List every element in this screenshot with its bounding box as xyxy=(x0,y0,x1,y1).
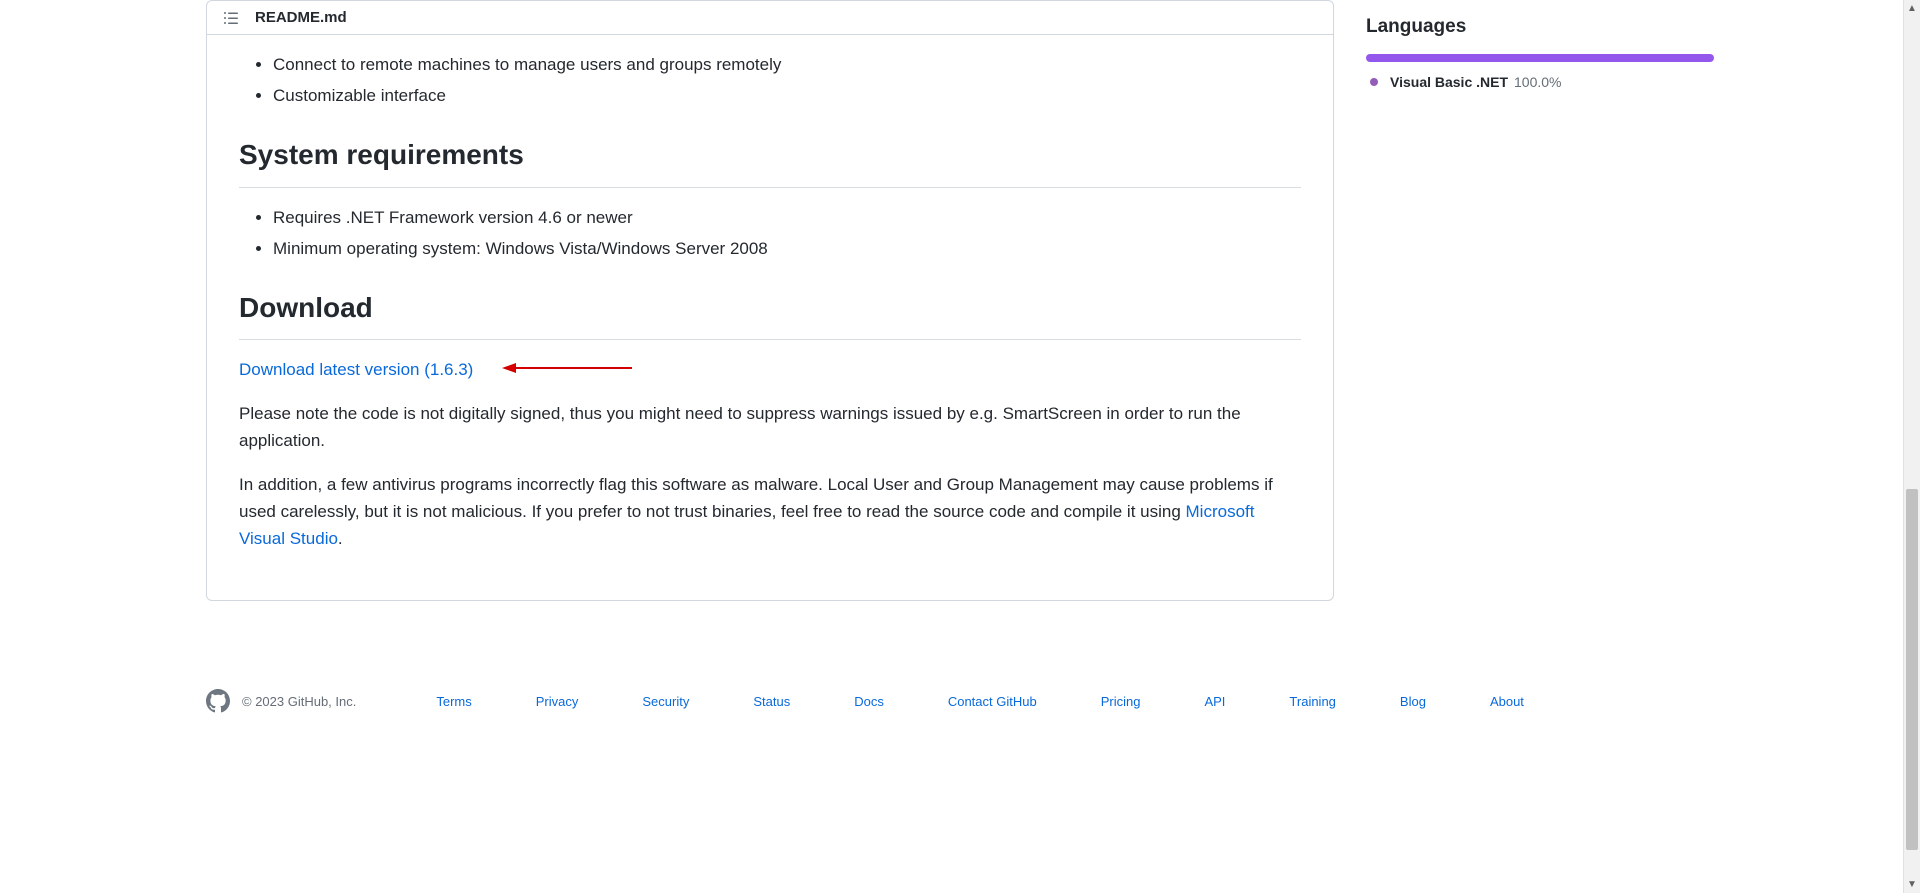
footer-links: Terms Privacy Security Status Docs Conta… xyxy=(436,694,1524,709)
scroll-down-icon[interactable]: ▼ xyxy=(1904,876,1920,893)
language-name: Visual Basic .NET xyxy=(1390,74,1508,90)
language-percent: 100.0% xyxy=(1514,74,1561,90)
readme-filename: README.md xyxy=(255,9,347,26)
language-item[interactable]: Visual Basic .NET 100.0% xyxy=(1366,74,1714,90)
readme-body: Connect to remote machines to manage use… xyxy=(207,35,1333,600)
feature-list: Connect to remote machines to manage use… xyxy=(239,51,1301,109)
copyright: © 2023 GitHub, Inc. xyxy=(242,694,356,709)
notice-paragraph: Please note the code is not digitally si… xyxy=(239,400,1301,454)
scrollbar[interactable]: ▲ ▼ xyxy=(1903,0,1920,893)
list-item: Requires .NET Framework version 4.6 or n… xyxy=(273,204,1301,231)
footer-link-terms[interactable]: Terms xyxy=(436,694,471,709)
footer-link-training[interactable]: Training xyxy=(1289,694,1335,709)
footer-link-privacy[interactable]: Privacy xyxy=(536,694,579,709)
download-paragraph: Download latest version (1.6.3) xyxy=(239,356,1301,384)
notice-paragraph: In addition, a few antivirus programs in… xyxy=(239,471,1301,553)
scrollbar-track[interactable] xyxy=(1904,17,1920,876)
scroll-up-icon[interactable]: ▲ xyxy=(1904,0,1920,17)
footer-link-api[interactable]: API xyxy=(1204,694,1225,709)
download-heading: Download xyxy=(239,286,1301,340)
readme-header: README.md xyxy=(207,1,1333,35)
footer-left: © 2023 GitHub, Inc. xyxy=(206,689,356,713)
scrollbar-thumb[interactable] xyxy=(1906,489,1918,850)
footer-link-status[interactable]: Status xyxy=(753,694,790,709)
github-logo-icon[interactable] xyxy=(206,689,230,713)
language-dot-icon xyxy=(1370,78,1378,86)
footer-link-about[interactable]: About xyxy=(1490,694,1524,709)
list-item: Minimum operating system: Windows Vista/… xyxy=(273,235,1301,262)
footer-link-contact[interactable]: Contact GitHub xyxy=(948,694,1037,709)
list-item: Connect to remote machines to manage use… xyxy=(273,51,1301,78)
footer: © 2023 GitHub, Inc. Terms Privacy Securi… xyxy=(190,665,1730,737)
footer-link-security[interactable]: Security xyxy=(642,694,689,709)
readme-container: README.md Connect to remote machines to … xyxy=(206,0,1334,601)
arrow-annotation xyxy=(502,357,632,384)
sidebar: Languages Visual Basic .NET 100.0% xyxy=(1334,0,1714,625)
language-bar xyxy=(1366,54,1714,62)
footer-link-blog[interactable]: Blog xyxy=(1400,694,1426,709)
languages-heading: Languages xyxy=(1366,16,1714,38)
list-item: Customizable interface xyxy=(273,82,1301,109)
language-list: Visual Basic .NET 100.0% xyxy=(1366,74,1714,90)
sysreq-heading: System requirements xyxy=(239,133,1301,187)
sysreq-list: Requires .NET Framework version 4.6 or n… xyxy=(239,204,1301,262)
footer-link-pricing[interactable]: Pricing xyxy=(1101,694,1141,709)
footer-link-docs[interactable]: Docs xyxy=(854,694,884,709)
download-link[interactable]: Download latest version (1.6.3) xyxy=(239,360,473,379)
list-icon[interactable] xyxy=(223,10,239,26)
